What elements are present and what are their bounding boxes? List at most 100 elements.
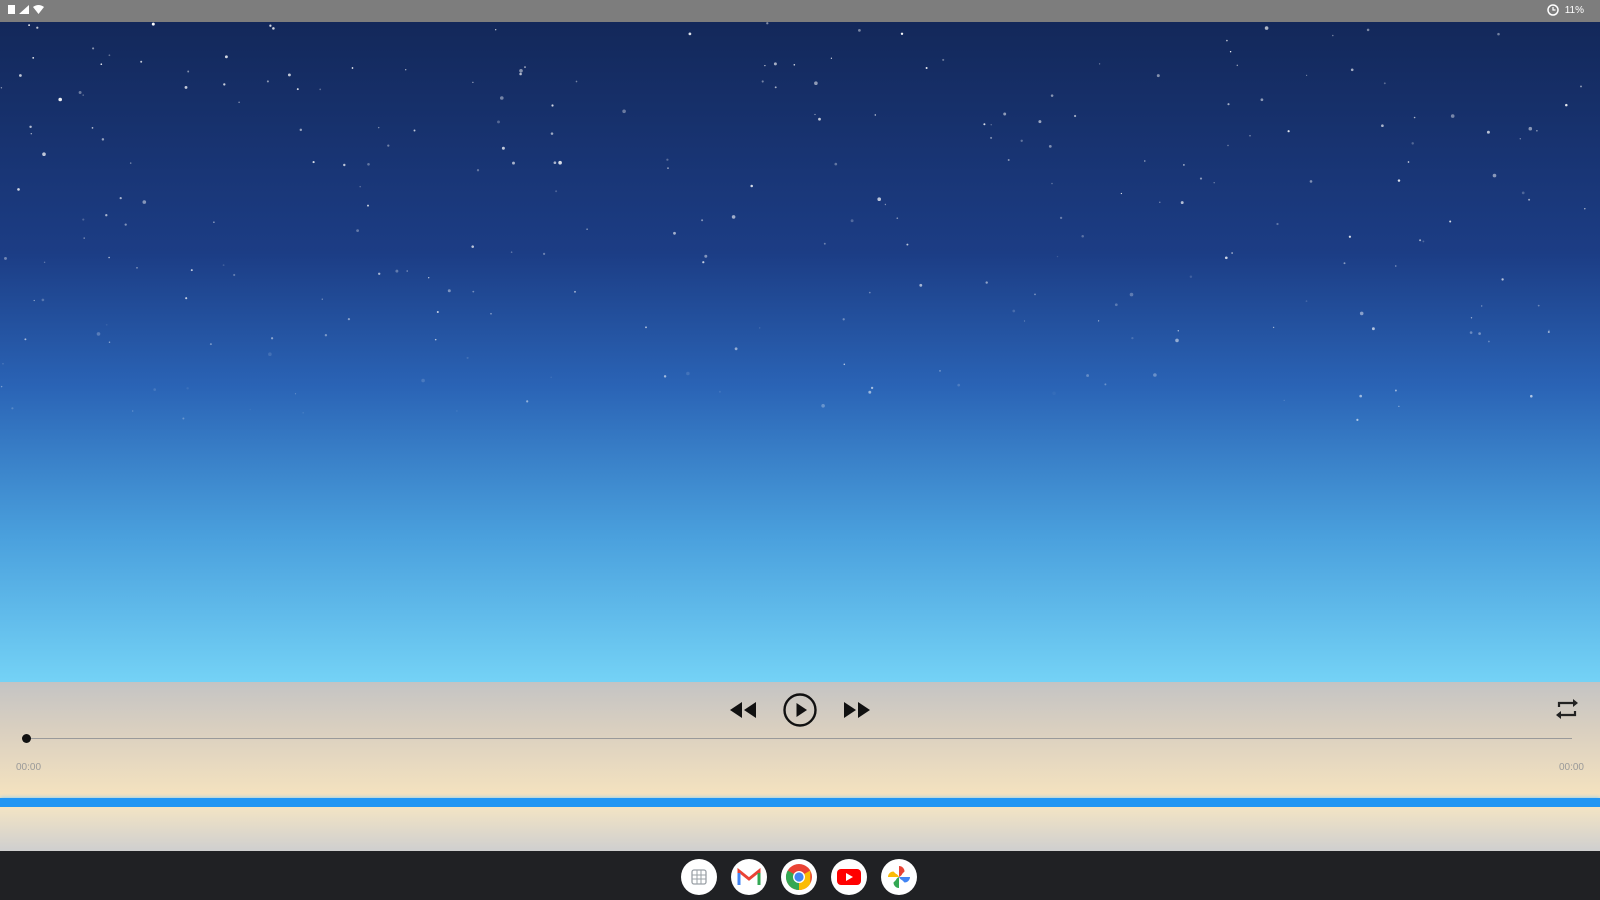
launcher-button[interactable]: [681, 859, 717, 895]
star: [1183, 164, 1185, 166]
seek-thumb[interactable]: [22, 734, 31, 743]
star: [1528, 198, 1531, 201]
star: [1086, 374, 1090, 377]
star: [868, 291, 871, 294]
fast-forward-button[interactable]: [840, 692, 876, 728]
star: [466, 356, 469, 359]
star: [704, 254, 708, 258]
star: [1050, 94, 1054, 97]
star: [1098, 63, 1101, 65]
star: [1097, 320, 1100, 322]
star: [1497, 32, 1500, 36]
star: [686, 371, 690, 376]
star: [1034, 293, 1036, 296]
wifi-icon: [33, 5, 44, 14]
star: [1366, 28, 1370, 32]
star: [266, 80, 269, 83]
star: [1478, 332, 1481, 335]
star: [1481, 305, 1483, 307]
star: [1056, 255, 1059, 258]
star: [224, 55, 228, 59]
star: [2, 363, 4, 365]
star: [377, 126, 380, 129]
rewind-button[interactable]: [724, 692, 760, 728]
star: [1038, 120, 1042, 124]
seek-bar[interactable]: [26, 738, 1572, 739]
star: [1189, 275, 1193, 278]
star: [1081, 234, 1084, 238]
star: [299, 128, 303, 132]
star: [124, 223, 127, 226]
play-button[interactable]: [782, 692, 818, 728]
star: [1180, 201, 1184, 205]
star: [1177, 330, 1180, 332]
signal-icon: [19, 5, 29, 14]
star: [476, 169, 480, 172]
star: [434, 338, 437, 341]
gmail-app[interactable]: [731, 859, 767, 895]
sim-icon: [8, 5, 15, 14]
starfield: [0, 22, 1586, 422]
star: [842, 318, 845, 321]
star: [367, 204, 369, 207]
star: [1074, 114, 1077, 118]
star: [1381, 124, 1384, 128]
star: [1226, 39, 1228, 42]
star: [213, 221, 215, 224]
star: [1052, 391, 1056, 396]
star: [1199, 177, 1203, 180]
star: [1356, 418, 1359, 422]
star: [1007, 159, 1010, 161]
star: [129, 162, 132, 164]
star: [555, 190, 558, 193]
star: [190, 269, 193, 272]
star: [294, 393, 297, 395]
star: [108, 341, 111, 344]
chrome-app[interactable]: [781, 859, 817, 895]
star: [906, 243, 909, 246]
star: [378, 272, 381, 275]
star: [223, 83, 226, 86]
star: [100, 63, 103, 66]
star: [524, 66, 526, 69]
star: [1501, 278, 1504, 281]
star: [119, 197, 122, 200]
star: [1394, 389, 1397, 392]
star: [1276, 222, 1279, 226]
star: [1236, 64, 1239, 67]
star: [850, 219, 854, 223]
star: [983, 123, 986, 126]
star: [526, 400, 529, 403]
star: [990, 124, 992, 126]
star: [1359, 311, 1364, 316]
star: [495, 29, 497, 31]
star: [1521, 191, 1525, 195]
star: [1488, 340, 1490, 343]
app-dock: [681, 859, 917, 895]
star: [1371, 327, 1375, 331]
star: [868, 390, 872, 394]
star: [1419, 239, 1422, 242]
time-total: 00:00: [1558, 762, 1584, 773]
repeat-button[interactable]: [1552, 694, 1582, 724]
star: [28, 24, 30, 26]
star: [472, 81, 474, 83]
star: [1350, 68, 1354, 72]
star: [542, 252, 546, 256]
star: [1227, 103, 1230, 106]
star: [1213, 181, 1215, 184]
star: [814, 113, 816, 116]
star: [667, 167, 669, 169]
star: [1528, 126, 1533, 131]
star: [43, 261, 46, 264]
star: [1287, 130, 1290, 133]
star: [985, 281, 988, 284]
photos-app[interactable]: [881, 859, 917, 895]
star: [512, 161, 515, 165]
star: [471, 245, 474, 248]
star: [734, 347, 738, 351]
star: [136, 267, 138, 269]
star: [1153, 373, 1157, 377]
youtube-app[interactable]: [831, 859, 867, 895]
play-icon: [783, 693, 817, 727]
